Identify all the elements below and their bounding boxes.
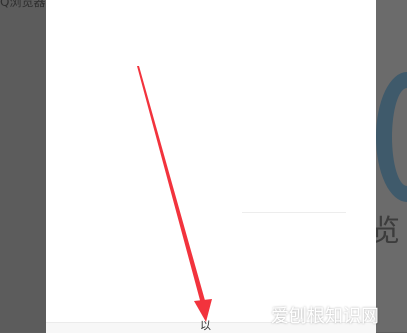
arrow-head — [194, 299, 212, 322]
annotation-red-arrow — [137, 66, 212, 322]
arrow-shaft — [137, 66, 206, 304]
watermark-text: 爱刨根知识网 — [271, 306, 379, 327]
